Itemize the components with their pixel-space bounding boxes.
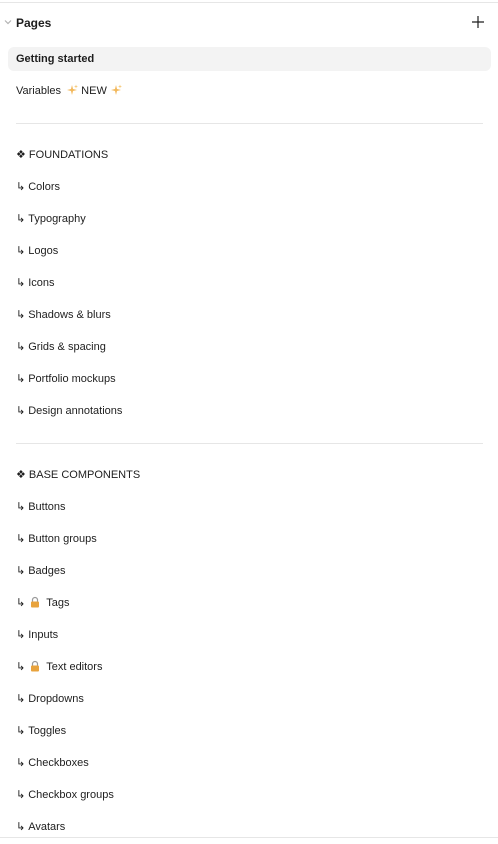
- bottom-divider: [0, 837, 498, 838]
- page-name: Dropdowns: [28, 693, 84, 705]
- page-name: Badges: [28, 565, 66, 577]
- subpage-arrow: ↳: [16, 277, 26, 289]
- page-item-grids-spacing[interactable]: ↳ Grids & spacing: [8, 335, 491, 359]
- page-name: Button groups: [28, 533, 97, 545]
- page-name: Checkbox groups: [28, 789, 114, 801]
- page-label: ↳ Colors: [16, 180, 60, 194]
- subpage-arrow: ↳: [16, 789, 26, 801]
- subpage-arrow: ↳: [16, 693, 26, 705]
- subpage-arrow: ↳: [16, 725, 26, 737]
- page-name: Logos: [28, 245, 59, 257]
- page-item-buttons[interactable]: ↳ Buttons: [8, 495, 491, 519]
- page-item-variables[interactable]: Variables NEW: [8, 79, 491, 103]
- top-divider: [0, 2, 498, 3]
- pages-title: Pages: [16, 16, 52, 30]
- page-label: ↳ Shadows & blurs: [16, 308, 111, 322]
- page-item-portfolio-mockups[interactable]: ↳ Portfolio mockups: [8, 367, 491, 391]
- subpage-arrow: ↳: [16, 341, 26, 353]
- page-name: Buttons: [28, 501, 66, 513]
- subpage-arrow: ↳: [16, 181, 26, 193]
- page-item-inputs[interactable]: ↳ Inputs: [8, 623, 491, 647]
- page-label: ❖ BASE COMPONENTS: [16, 469, 141, 481]
- page-item-button-groups[interactable]: ↳ Button groups: [8, 527, 491, 551]
- page-item-text-editors[interactable]: ↳ Text editors: [8, 655, 491, 679]
- page-item-typography[interactable]: ↳ Typography: [8, 207, 491, 231]
- plus-icon[interactable]: [470, 14, 486, 30]
- page-label: ↳ Avatars: [16, 820, 65, 834]
- page-item-logos[interactable]: ↳ Logos: [8, 239, 491, 263]
- sparkles-icon: [110, 84, 122, 95]
- page-item-base-components[interactable]: ❖ BASE COMPONENTS: [8, 463, 491, 487]
- page-item-shadows-blurs[interactable]: ↳ Shadows & blurs: [8, 303, 491, 327]
- page-name: Tags: [46, 597, 70, 609]
- section-divider: [16, 443, 483, 444]
- page-label: ↳ Badges: [16, 564, 66, 578]
- subpage-arrow: ↳: [16, 405, 26, 417]
- page-name: Checkboxes: [28, 757, 89, 769]
- chevron-down-icon[interactable]: [2, 16, 14, 28]
- page-item-avatars[interactable]: ↳ Avatars: [8, 815, 491, 839]
- page-label: ↳ Checkbox groups: [16, 788, 114, 802]
- page-item-checkbox-groups[interactable]: ↳ Checkbox groups: [8, 783, 491, 807]
- page-item-foundations[interactable]: ❖ FOUNDATIONS: [8, 143, 491, 167]
- page-name: Typography: [28, 213, 86, 225]
- page-label: ↳ Logos: [16, 244, 58, 258]
- page-item-tags[interactable]: ↳ Tags: [8, 591, 491, 615]
- page-label: ↳ Buttons: [16, 500, 66, 514]
- page-label: ↳ Toggles: [16, 724, 66, 738]
- page-item-dropdowns[interactable]: ↳ Dropdowns: [8, 687, 491, 711]
- page-label: Getting started: [16, 53, 95, 65]
- page-label: ↳ Icons: [16, 276, 55, 290]
- page-name: Avatars: [28, 821, 66, 833]
- subpage-arrow: ↳: [16, 757, 26, 769]
- subpage-arrow: ↳: [16, 821, 26, 833]
- subpage-arrow: ↳: [16, 309, 26, 321]
- sparkles-icon: [67, 84, 79, 95]
- lock-icon: [31, 596, 40, 608]
- subpage-arrow: ↳: [16, 533, 26, 545]
- page-item-icons[interactable]: ↳ Icons: [8, 271, 491, 295]
- page-label: ↳ Text editors: [16, 660, 102, 674]
- subpage-arrow: ↳: [16, 501, 26, 513]
- page-label: ↳ Button groups: [16, 532, 97, 546]
- subpage-arrow: ↳: [16, 661, 26, 673]
- page-item-design-annotations[interactable]: ↳ Design annotations: [8, 399, 491, 423]
- subpage-arrow: ↳: [16, 245, 26, 257]
- page-name: Shadows & blurs: [28, 309, 111, 321]
- page-label: ↳ Checkboxes: [16, 756, 89, 770]
- subpage-arrow: ↳: [16, 213, 26, 225]
- page-item-getting-started[interactable]: Getting started: [8, 47, 491, 71]
- page-label: ↳ Design annotations: [16, 404, 122, 418]
- page-name: Toggles: [28, 725, 67, 737]
- page-item-colors[interactable]: ↳ Colors: [8, 175, 491, 199]
- page-label: ↳ Portfolio mockups: [16, 372, 116, 386]
- new-badge: NEW: [81, 85, 107, 97]
- page-name: Icons: [28, 277, 55, 289]
- page-name: Inputs: [28, 629, 59, 641]
- page-label: ↳ Grids & spacing: [16, 340, 106, 354]
- page-label: ↳ Inputs: [16, 628, 58, 642]
- section-divider: [16, 123, 483, 124]
- subpage-arrow: ↳: [16, 597, 26, 609]
- page-item-checkboxes[interactable]: ↳ Checkboxes: [8, 751, 491, 775]
- page-name: Portfolio mockups: [28, 373, 116, 385]
- page-name: Text editors: [46, 661, 103, 673]
- pages-panel: Pages Getting started Variables NEW ❖ FO…: [0, 0, 498, 844]
- page-label: Variables NEW: [16, 84, 122, 98]
- page-label: ↳ Tags: [16, 596, 69, 610]
- subpage-arrow: ↳: [16, 629, 26, 641]
- variables-label: Variables: [16, 85, 62, 97]
- lock-icon: [31, 660, 40, 672]
- page-label: ❖ FOUNDATIONS: [16, 149, 109, 161]
- page-name: Design annotations: [28, 405, 123, 417]
- page-item-badges[interactable]: ↳ Badges: [8, 559, 491, 583]
- pages-header: Pages: [0, 10, 498, 36]
- page-item-toggles[interactable]: ↳ Toggles: [8, 719, 491, 743]
- page-name: Grids & spacing: [28, 341, 106, 353]
- page-label: ↳ Dropdowns: [16, 692, 84, 706]
- page-label: ↳ Typography: [16, 212, 86, 226]
- page-name: Colors: [28, 181, 61, 193]
- subpage-arrow: ↳: [16, 373, 26, 385]
- subpage-arrow: ↳: [16, 565, 26, 577]
